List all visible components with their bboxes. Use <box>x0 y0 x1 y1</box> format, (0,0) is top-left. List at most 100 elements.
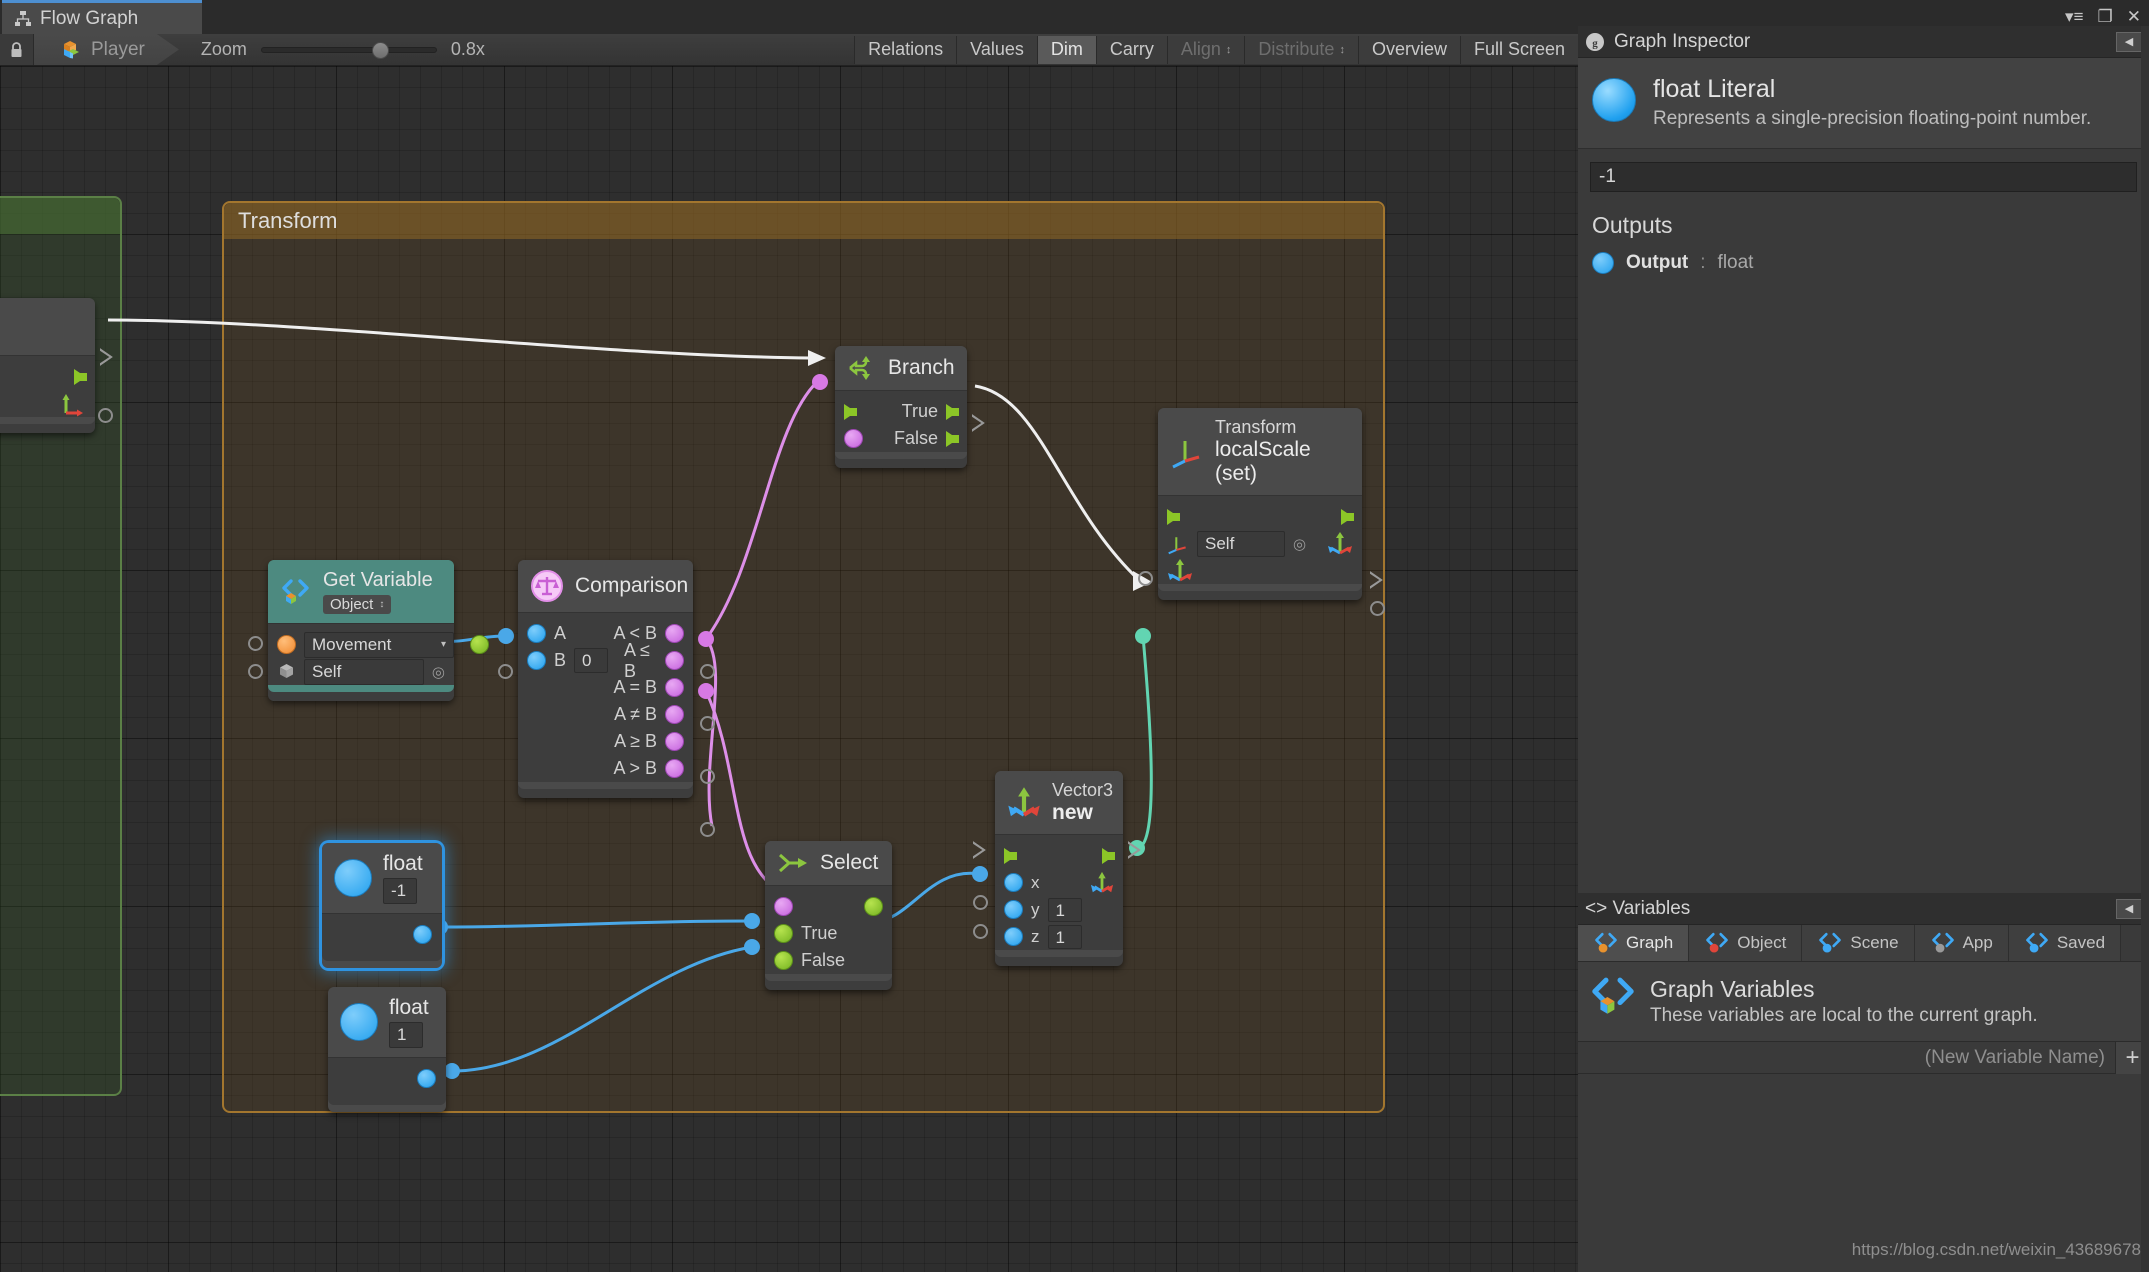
stepper-updown-icon[interactable]: ↕ <box>1226 44 1232 55</box>
transform-flow-out-socket[interactable] <box>1370 571 1383 589</box>
vector3-z-in-socket[interactable] <box>973 924 988 939</box>
comparison-output-5-port[interactable] <box>665 759 684 778</box>
node-transform-localscale-set[interactable]: Transform localScale (set) Self ◎ <box>1158 408 1362 600</box>
inspector-value-input[interactable]: -1 <box>1590 162 2137 193</box>
breadcrumb[interactable]: Player <box>34 34 179 65</box>
variables-tab-object[interactable]: Object <box>1689 925 1803 961</box>
get-variable-name-field[interactable]: Movement ▾ <box>304 631 454 658</box>
node-float-literal-one[interactable]: float 1 <box>328 987 446 1112</box>
get-variable-kind-dropdown[interactable]: Object ↕ <box>323 595 392 614</box>
vector3-y-field[interactable]: 1 <box>1047 897 1082 922</box>
graph-inspector-title-bar[interactable]: g Graph Inspector ◀ <box>1578 26 2149 58</box>
get-variable-source-field[interactable]: Self <box>304 658 424 685</box>
comparison-in-socket[interactable] <box>498 664 513 679</box>
flow-out-arrow-icon[interactable] <box>74 368 87 385</box>
branch-condition-port[interactable] <box>844 429 863 448</box>
toolbar-button-values[interactable]: Values <box>956 35 1037 64</box>
transform-flow-in-socket[interactable] <box>1138 571 1153 586</box>
zoom-slider[interactable] <box>260 41 437 59</box>
float-one-output-port[interactable] <box>417 1069 436 1088</box>
variables-title-bar[interactable]: <> Variables ◀ <box>1578 893 2149 925</box>
toolbar-button-relations[interactable]: Relations <box>854 35 957 64</box>
vector3-z-port[interactable] <box>1004 927 1023 946</box>
graph-canvas[interactable]: Transform Branch True False Get Variable… <box>0 66 1578 1272</box>
get-variable-name-port[interactable] <box>277 635 296 654</box>
vector3-y-in-socket[interactable] <box>973 895 988 910</box>
vector3-y-port[interactable] <box>1004 900 1023 919</box>
rigidbody2d-value-out-socket[interactable] <box>98 408 113 423</box>
toolbar-button-carry[interactable]: Carry <box>1095 35 1167 64</box>
get-variable-output-port[interactable] <box>470 635 489 654</box>
variables-tab-app[interactable]: App <box>1914 925 2009 961</box>
get-variable-source-picker-icon[interactable]: ◎ <box>432 663 445 681</box>
transform-flow-in-arrow-icon[interactable] <box>1167 508 1180 525</box>
comparison-input-b-port[interactable] <box>527 651 546 670</box>
select-false-port[interactable] <box>774 951 793 970</box>
float-one-value-field[interactable]: 1 <box>389 1022 423 1048</box>
branch-true-arrow-icon[interactable] <box>946 403 959 420</box>
vector3-z-field[interactable]: 1 <box>1047 924 1082 949</box>
comparison-output-4-port[interactable] <box>665 732 684 751</box>
variables-collapse-panel-icon[interactable]: ◀ <box>2116 898 2142 919</box>
node-branch[interactable]: Branch True False <box>835 346 967 468</box>
chevron-down-icon[interactable]: ▾ <box>441 639 446 650</box>
toolbar-buttons: Relations Values Dim Carry Align ↕ Distribute ↕… <box>854 34 1578 65</box>
get-variable-in-socket-1[interactable] <box>248 636 263 651</box>
toolbar-button-dim[interactable]: Dim <box>1036 35 1096 64</box>
branch-true-socket[interactable] <box>972 414 985 432</box>
get-variable-in-socket-2[interactable] <box>248 664 263 679</box>
node-get-variable[interactable]: Get Variable Object ↕ Movement ▾ Self ◎ <box>268 560 489 701</box>
select-output-port[interactable] <box>864 897 883 916</box>
panel-scrollbar[interactable] <box>2141 26 2149 1272</box>
comparison-output-0-port[interactable] <box>665 624 684 643</box>
node-float-literal-minus-one[interactable]: float -1 <box>322 843 442 968</box>
window-layout-icon[interactable]: ❐ <box>2098 7 2113 27</box>
comparison-output-2-port[interactable] <box>665 678 684 697</box>
node-comparison[interactable]: Comparison A A < B B 0 A ≤ B A = B A ≠ B… <box>518 560 693 798</box>
vector3-flow-out-arrow-icon[interactable] <box>1102 847 1115 864</box>
toolbar-button-distribute[interactable]: Distribute ↕ <box>1244 35 1358 64</box>
variables-tab-scene[interactable]: Scene <box>1802 925 1915 961</box>
comparison-out-socket-3[interactable] <box>700 716 715 731</box>
rigidbody2d-flow-out-socket[interactable] <box>100 348 113 366</box>
branch-false-arrow-icon[interactable] <box>946 430 959 447</box>
node-vector3-new[interactable]: Vector3 new x y 1 z 1 <box>995 771 1123 966</box>
toolbar-button-align[interactable]: Align ↕ <box>1166 35 1245 64</box>
select-condition-port[interactable] <box>774 897 793 916</box>
stepper-updown-icon[interactable]: ↕ <box>1339 44 1345 55</box>
comparison-out-socket-4[interactable] <box>700 769 715 784</box>
branch-flow-in-arrow-icon[interactable] <box>844 403 857 420</box>
vector3-flow-in-socket[interactable] <box>973 841 986 859</box>
zoom-slider-knob[interactable] <box>371 41 389 59</box>
comparison-output-3-port[interactable] <box>665 705 684 724</box>
select-condition-row <box>765 893 892 920</box>
comparison-output-5-label: A > B <box>613 758 657 778</box>
new-variable-input[interactable]: (New Variable Name) <box>1578 1047 2115 1069</box>
node-select[interactable]: Select True False <box>765 841 892 990</box>
transform-flow-out-arrow-icon[interactable] <box>1341 508 1354 525</box>
comparison-out-socket-1[interactable] <box>700 664 715 679</box>
select-true-port[interactable] <box>774 924 793 943</box>
variables-tab-graph[interactable]: Graph <box>1578 925 1690 961</box>
window-close-icon[interactable]: ✕ <box>2127 7 2141 27</box>
comparison-out-socket-5[interactable] <box>700 822 715 837</box>
toolbar-button-overview[interactable]: Overview <box>1357 35 1460 64</box>
vector3-flow-in-arrow-icon[interactable] <box>1004 847 1017 864</box>
float-minus-one-output-port[interactable] <box>413 925 432 944</box>
toolbar-button-full-screen[interactable]: Full Screen <box>1459 35 1578 64</box>
vector3-x-port[interactable] <box>1004 873 1023 892</box>
transform-target-picker-icon[interactable]: ◎ <box>1293 535 1306 553</box>
comparison-output-1-port[interactable] <box>665 651 684 670</box>
comparison-b-value-field[interactable]: 0 <box>574 648 609 673</box>
transform-target-field[interactable]: Self <box>1197 530 1285 557</box>
float-minus-one-value-field[interactable]: -1 <box>383 878 417 904</box>
lock-icon[interactable] <box>0 34 34 65</box>
tab-flow-graph[interactable]: Flow Graph <box>2 0 202 34</box>
node-rigidbody2d-velocity-set[interactable]: body2D city (set) ◎ <box>0 298 95 433</box>
comparison-input-a-port[interactable] <box>527 624 546 643</box>
vector3-flow-out-socket[interactable] <box>1128 841 1141 859</box>
variables-tab-saved[interactable]: Saved <box>2008 925 2122 961</box>
window-menu-icon[interactable]: ▾≡ <box>2065 7 2083 27</box>
collapse-panel-icon[interactable]: ◀ <box>2116 31 2142 52</box>
transform-value-out-socket[interactable] <box>1370 601 1385 616</box>
